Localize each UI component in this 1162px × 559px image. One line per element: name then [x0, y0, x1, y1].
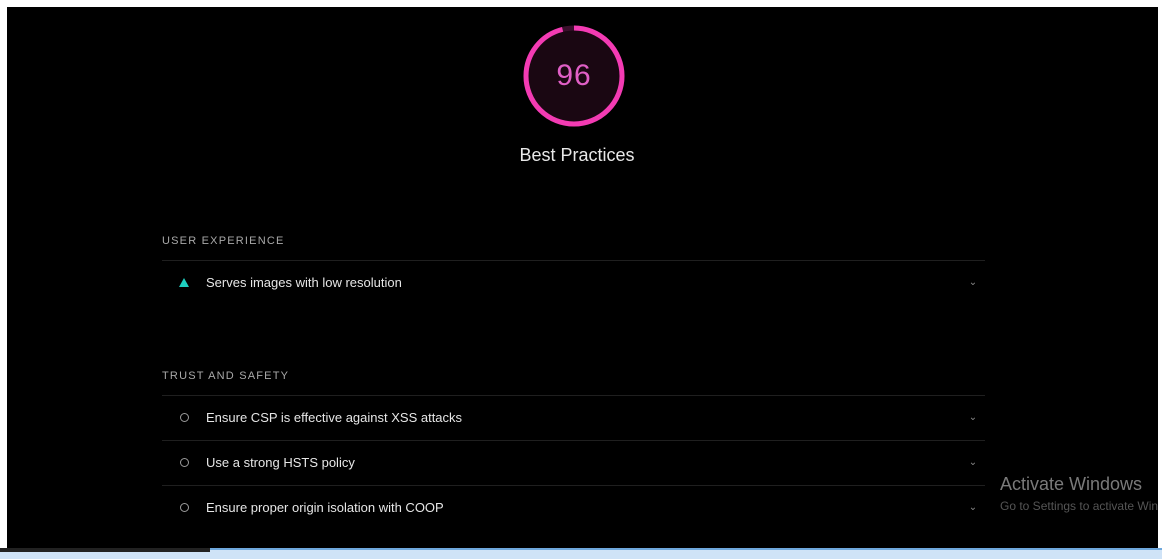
audit-label: Use a strong HSTS policy: [206, 455, 355, 470]
audit-hsts-policy[interactable]: Use a strong HSTS policy ⌄: [162, 440, 985, 484]
activate-windows-watermark: Activate Windows Go to Settings to activ…: [1000, 474, 1158, 513]
info-circle-icon: [177, 503, 191, 512]
info-circle-icon: [177, 413, 191, 422]
watermark-title: Activate Windows: [1000, 474, 1143, 494]
audit-label: Ensure CSP is effective against XSS atta…: [206, 410, 463, 425]
chevron-down-icon[interactable]: ⌄: [965, 502, 981, 513]
scrollbar-thumb[interactable]: [0, 548, 210, 552]
lighthouse-report-panel: 96 Best Practices USER EXPERIENCE Serves…: [7, 7, 1158, 548]
warning-triangle-icon: [177, 278, 191, 287]
chevron-down-icon[interactable]: ⌄: [965, 457, 981, 468]
watermark-subtitle: Go to Settings to activate Windows.: [1000, 499, 1158, 513]
chevron-down-icon[interactable]: ⌄: [965, 277, 981, 288]
audit-csp-xss[interactable]: Ensure CSP is effective against XSS atta…: [162, 395, 985, 439]
audit-label: Ensure proper origin isolation with COOP: [206, 500, 444, 515]
group-title-trust-and-safety: TRUST AND SAFETY: [162, 370, 290, 382]
score-gauge: 96: [517, 19, 631, 133]
group-title-user-experience: USER EXPERIENCE: [162, 235, 285, 247]
category-title: Best Practices: [519, 145, 635, 165]
chevron-down-icon[interactable]: ⌄: [965, 412, 981, 423]
audit-coop-isolation[interactable]: Ensure proper origin isolation with COOP…: [162, 485, 985, 529]
audit-label: Serves images with low resolution: [206, 275, 402, 290]
score-value: 96: [556, 59, 592, 92]
audit-low-resolution-images[interactable]: Serves images with low resolution ⌄: [162, 260, 985, 304]
info-circle-icon: [177, 458, 191, 467]
